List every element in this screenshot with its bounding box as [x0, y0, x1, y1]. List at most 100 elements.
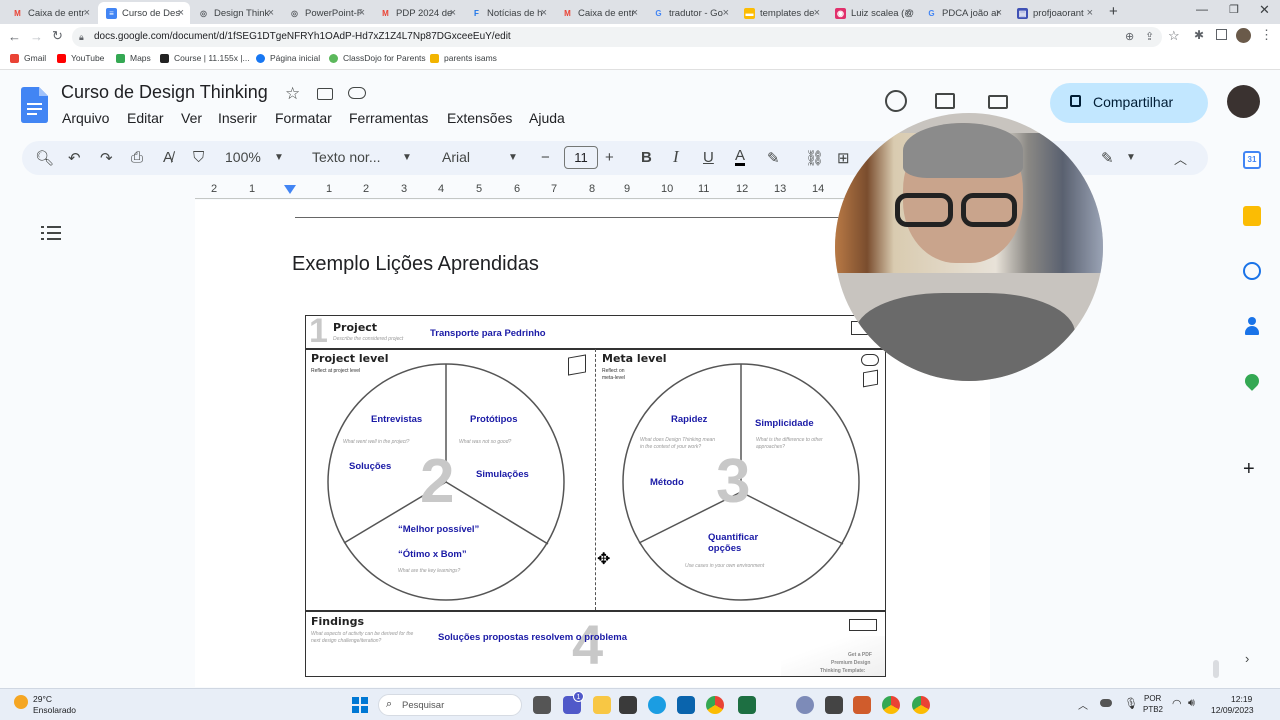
volume-icon[interactable]: 🔊︎	[1188, 697, 1195, 710]
chevron-down-icon[interactable]: ▼	[402, 152, 412, 163]
design-thinking-template-image[interactable]: 1 Project Describe the considered projec…	[305, 315, 886, 677]
tab-gmail-2[interactable]: M Caixa de entr ×	[554, 2, 644, 24]
menu-inserir[interactable]: Inserir	[218, 110, 257, 126]
close-icon[interactable]: ×	[1087, 7, 1093, 19]
zoom-select[interactable]: 100%	[225, 149, 261, 165]
section-heading[interactable]: Exemplo Lições Aprendidas	[292, 253, 539, 276]
extensions-icon[interactable]: ✱	[1194, 28, 1204, 42]
bold-button[interactable]: B	[641, 149, 652, 166]
bookmark-parents-isams[interactable]: parents isams	[430, 53, 497, 63]
move-folder-icon[interactable]	[317, 88, 333, 100]
version-history-icon[interactable]	[885, 90, 907, 112]
r-app-icon[interactable]	[796, 696, 814, 714]
docs-logo-icon[interactable]	[21, 87, 48, 123]
tab-pdca[interactable]: G PDCA joão ar ×	[918, 2, 1008, 24]
minimize-icon[interactable]: —	[1196, 2, 1208, 16]
underline-button[interactable]: U	[703, 149, 714, 166]
close-icon[interactable]: ×	[905, 7, 911, 19]
start-windows-icon[interactable]	[352, 697, 368, 713]
indent-marker-icon[interactable]	[284, 185, 296, 194]
close-icon[interactable]: ×	[178, 7, 184, 19]
menu-formatar[interactable]: Formatar	[275, 110, 332, 126]
close-icon[interactable]: ×	[541, 7, 547, 19]
calendar-icon[interactable]: 31	[1243, 151, 1261, 169]
taskbar-search[interactable]: ⌕ Pesquisar	[378, 694, 522, 716]
tray-chevron-icon[interactable]: ︿	[1078, 697, 1088, 712]
close-icon[interactable]: ×	[359, 7, 365, 19]
back-icon[interactable]: ←	[8, 29, 21, 44]
chrome-icon[interactable]	[706, 696, 724, 714]
bookmark-pagina-inicial[interactable]: Página inicial	[256, 53, 320, 63]
close-icon[interactable]: ×	[814, 7, 820, 19]
account-avatar[interactable]	[1227, 85, 1260, 118]
expand-panel-icon[interactable]: ›	[1245, 651, 1249, 666]
comments-icon[interactable]	[935, 93, 955, 109]
redo-icon[interactable]: ↷	[100, 149, 113, 167]
bookmark-maps[interactable]: Maps	[116, 53, 151, 63]
menu-editar[interactable]: Editar	[127, 110, 164, 126]
font-select[interactable]: Arial	[442, 149, 470, 165]
forward-icon[interactable]: →	[30, 29, 43, 44]
add-addon-icon[interactable]: +	[1243, 458, 1255, 481]
close-window-icon[interactable]: ✕	[1259, 2, 1270, 18]
document-title[interactable]: Curso de Design Thinking	[61, 82, 268, 103]
decrease-font-button[interactable]: −	[541, 149, 550, 166]
sidebar-icon[interactable]	[1216, 29, 1227, 40]
menu-ajuda[interactable]: Ajuda	[529, 110, 565, 126]
reload-icon[interactable]: ↻	[52, 28, 63, 44]
address-bar[interactable]: 🔒︎ docs.google.com/document/d/1fSEG1DTge…	[72, 27, 1162, 47]
chrome-icon[interactable]	[882, 696, 900, 714]
chevron-down-icon[interactable]: ▼	[1126, 152, 1136, 163]
scrollbar[interactable]	[1213, 660, 1219, 678]
star-icon[interactable]: ☆	[285, 84, 300, 104]
share-button[interactable]: Compartilhar	[1050, 83, 1208, 123]
chevron-down-icon[interactable]: ▼	[274, 152, 284, 163]
weather-icon[interactable]	[14, 695, 28, 709]
bookmark-classdojo[interactable]: ClassDojo for Parents	[329, 53, 426, 63]
tab-noticias[interactable]: F Notícias de h ×	[463, 2, 553, 24]
bookmark-star-icon[interactable]: ☆	[1168, 28, 1180, 44]
outline-icon[interactable]	[41, 224, 61, 242]
link-icon[interactable]: ⛓	[805, 149, 824, 167]
store-icon[interactable]	[619, 696, 637, 714]
print-icon[interactable]: ⎙	[131, 149, 143, 166]
tab-profjoao[interactable]: ▤ profjoaorant ×	[1009, 2, 1099, 24]
text-color-button[interactable]: A	[735, 148, 746, 166]
menu-dots-icon[interactable]: ⋮	[1260, 27, 1273, 43]
close-icon[interactable]: ×	[268, 7, 274, 19]
language-code[interactable]: POR	[1144, 694, 1161, 703]
app-icon[interactable]	[853, 696, 871, 714]
microphone-icon[interactable]: 🎙︎	[1124, 697, 1138, 710]
tab-instagram[interactable]: ◉ Luiz scalea (@ ×	[827, 2, 917, 24]
outlook-icon[interactable]	[677, 696, 695, 714]
close-icon[interactable]: ×	[996, 7, 1002, 19]
clock-time[interactable]: 12:19	[1231, 694, 1252, 704]
menu-ver[interactable]: Ver	[181, 110, 202, 126]
undo-icon[interactable]: ↶	[68, 149, 81, 167]
close-icon[interactable]: ×	[84, 7, 90, 19]
tab-design-thinking[interactable]: ◎ Design Think ×	[190, 2, 280, 24]
meet-icon[interactable]	[988, 95, 1008, 109]
paint-format-icon[interactable]: ⛉	[193, 149, 204, 166]
maximize-icon[interactable]: ❐	[1229, 3, 1239, 16]
close-icon[interactable]: ×	[632, 7, 638, 19]
menu-extensoes[interactable]: Extensões	[447, 110, 512, 126]
bookmark-gmail[interactable]: Gmail	[10, 53, 46, 63]
menu-ferramentas[interactable]: Ferramentas	[349, 110, 428, 126]
zoom-icon[interactable]: ⊕	[1125, 27, 1134, 47]
task-view-icon[interactable]	[533, 696, 551, 714]
profile-avatar[interactable]	[1236, 28, 1251, 43]
keep-icon[interactable]	[1243, 206, 1261, 226]
tab-docs-active[interactable]: ≡ Curso de Des ×	[98, 2, 190, 24]
collapse-menus-icon[interactable]: ︿	[1174, 149, 1187, 168]
tab-tradutor[interactable]: G tradutor - Go ×	[645, 2, 735, 24]
highlight-icon[interactable]: ✎	[767, 149, 780, 167]
cloud-status-icon[interactable]	[348, 87, 366, 99]
spellcheck-icon[interactable]: A̸	[163, 149, 173, 166]
tasks-icon[interactable]	[1243, 262, 1261, 280]
search-menus-icon[interactable]: 🔍︎	[35, 149, 54, 167]
cloud-sync-icon[interactable]	[1100, 699, 1112, 707]
maps-icon[interactable]	[1242, 371, 1262, 391]
style-select[interactable]: Texto nor...	[312, 149, 380, 165]
close-icon[interactable]: ×	[723, 7, 729, 19]
